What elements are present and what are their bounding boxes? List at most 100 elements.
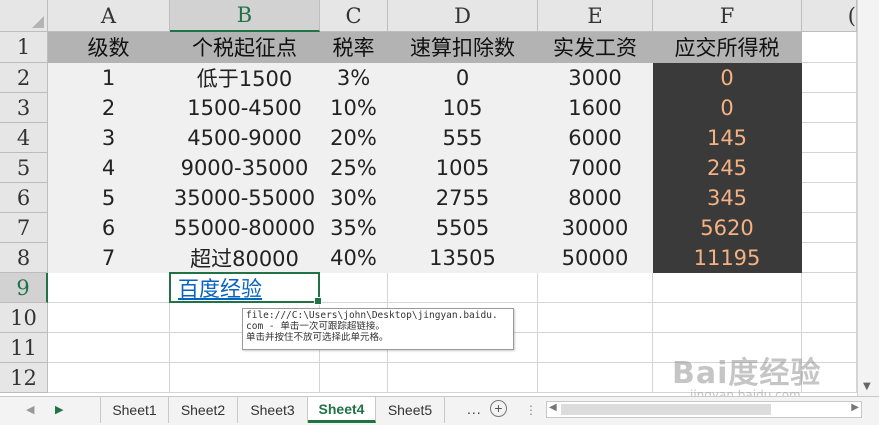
cell-a4[interactable]: 3	[48, 123, 170, 153]
cell-c5[interactable]: 25%	[320, 153, 388, 183]
horizontal-scroll-thumb[interactable]	[561, 404, 771, 415]
scroll-down-arrow-icon[interactable]: ▼	[863, 381, 871, 392]
column-header-e[interactable]: E	[538, 0, 653, 32]
cell-b6[interactable]: 35000-55000	[170, 183, 320, 213]
row-header-1[interactable]: 1	[0, 32, 48, 63]
cell-c4[interactable]: 20%	[320, 123, 388, 153]
cell-f3[interactable]: 0	[653, 93, 802, 123]
cell-g3[interactable]	[802, 93, 857, 123]
tab-sheet5[interactable]: Sheet5	[376, 397, 445, 423]
column-header-b[interactable]: B	[170, 0, 320, 32]
row-header-5[interactable]: 5	[0, 153, 48, 183]
cell-d6[interactable]: 2755	[388, 183, 538, 213]
cell-c9[interactable]	[320, 273, 388, 303]
cell-d5[interactable]: 1005	[388, 153, 538, 183]
cell-e11[interactable]	[538, 333, 653, 363]
cell-f2[interactable]: 0	[653, 63, 802, 93]
cell-g2[interactable]	[802, 63, 857, 93]
row-header-2[interactable]: 2	[0, 63, 48, 93]
cell-d7[interactable]: 5505	[388, 213, 538, 243]
cell-b4[interactable]: 4500-9000	[170, 123, 320, 153]
cell-c3[interactable]: 10%	[320, 93, 388, 123]
column-header-a[interactable]: A	[48, 0, 170, 32]
cell-f10[interactable]	[653, 303, 802, 333]
cell-a1[interactable]: 级数	[48, 32, 170, 63]
cell-e2[interactable]: 3000	[538, 63, 653, 93]
cell-b8[interactable]: 超过80000	[170, 243, 320, 273]
cell-e6[interactable]: 8000	[538, 183, 653, 213]
scroll-left-arrow-icon[interactable]: ◀	[549, 402, 557, 413]
row-header-7[interactable]: 7	[0, 213, 48, 243]
cell-f1[interactable]: 应交所得税	[653, 32, 802, 63]
column-header-c[interactable]: C	[320, 0, 388, 32]
cell-a6[interactable]: 5	[48, 183, 170, 213]
cell-g10[interactable]	[802, 303, 857, 333]
row-header-12[interactable]: 12	[0, 363, 48, 393]
cell-g9[interactable]	[802, 273, 857, 303]
cell-e1[interactable]: 实发工资	[538, 32, 653, 63]
hyperlink-cell-b9[interactable]: 百度经验	[170, 273, 320, 303]
cell-d12[interactable]	[388, 363, 538, 393]
row-header-3[interactable]: 3	[0, 93, 48, 123]
cell-b7[interactable]: 55000-80000	[170, 213, 320, 243]
cell-f7[interactable]: 5620	[653, 213, 802, 243]
cell-e8[interactable]: 50000	[538, 243, 653, 273]
cell-a10[interactable]	[48, 303, 170, 333]
cell-g8[interactable]	[802, 243, 857, 273]
cell-b1[interactable]: 个税起征点	[170, 32, 320, 63]
row-header-9[interactable]: 9	[0, 273, 48, 303]
next-sheet-arrow-icon[interactable]: ▶	[55, 403, 63, 416]
cell-a7[interactable]: 6	[48, 213, 170, 243]
cell-b12[interactable]	[170, 363, 320, 393]
cell-c12[interactable]	[320, 363, 388, 393]
cell-a3[interactable]: 2	[48, 93, 170, 123]
cell-a5[interactable]: 4	[48, 153, 170, 183]
cell-c7[interactable]: 35%	[320, 213, 388, 243]
cell-a12[interactable]	[48, 363, 170, 393]
cell-f6[interactable]: 345	[653, 183, 802, 213]
cell-a9[interactable]	[48, 273, 170, 303]
tab-sheet4[interactable]: Sheet4	[308, 397, 376, 423]
cell-e3[interactable]: 1600	[538, 93, 653, 123]
cell-d8[interactable]: 13505	[388, 243, 538, 273]
cell-a8[interactable]: 7	[48, 243, 170, 273]
cell-d9[interactable]	[388, 273, 538, 303]
cell-b5[interactable]: 9000-35000	[170, 153, 320, 183]
more-sheets-button[interactable]: ...	[467, 401, 482, 417]
column-header-g[interactable]: (	[802, 0, 857, 32]
row-header-10[interactable]: 10	[0, 303, 48, 333]
cell-f9[interactable]	[653, 273, 802, 303]
cell-d2[interactable]: 0	[388, 63, 538, 93]
cell-a2[interactable]: 1	[48, 63, 170, 93]
cell-d3[interactable]: 105	[388, 93, 538, 123]
cell-g7[interactable]	[802, 213, 857, 243]
select-all-corner[interactable]	[0, 0, 48, 32]
row-header-8[interactable]: 8	[0, 243, 48, 273]
cell-c1[interactable]: 税率	[320, 32, 388, 63]
cell-g4[interactable]	[802, 123, 857, 153]
cell-d4[interactable]: 555	[388, 123, 538, 153]
cell-e5[interactable]: 7000	[538, 153, 653, 183]
column-header-f[interactable]: F	[653, 0, 802, 32]
cell-f5[interactable]: 245	[653, 153, 802, 183]
cell-c6[interactable]: 30%	[320, 183, 388, 213]
horizontal-scrollbar[interactable]: ◀ ▶	[546, 401, 862, 418]
cell-e12[interactable]	[538, 363, 653, 393]
add-sheet-button[interactable]: +	[490, 400, 507, 417]
cell-e4[interactable]: 6000	[538, 123, 653, 153]
cell-e7[interactable]: 30000	[538, 213, 653, 243]
cell-c8[interactable]: 40%	[320, 243, 388, 273]
cell-a11[interactable]	[48, 333, 170, 363]
cell-b3[interactable]: 1500-4500	[170, 93, 320, 123]
scroll-right-arrow-icon[interactable]: ▶	[851, 402, 859, 413]
splitter-handle-icon[interactable]: ⋮	[525, 403, 537, 417]
tab-sheet1[interactable]: Sheet1	[100, 397, 169, 423]
cell-e9[interactable]	[538, 273, 653, 303]
cell-e10[interactable]	[538, 303, 653, 333]
row-header-6[interactable]: 6	[0, 183, 48, 213]
cell-f4[interactable]: 145	[653, 123, 802, 153]
cell-b2[interactable]: 低于1500	[170, 63, 320, 93]
prev-sheet-arrow-icon[interactable]: ◀	[26, 403, 34, 416]
cell-d1[interactable]: 速算扣除数	[388, 32, 538, 63]
column-header-d[interactable]: D	[388, 0, 538, 32]
